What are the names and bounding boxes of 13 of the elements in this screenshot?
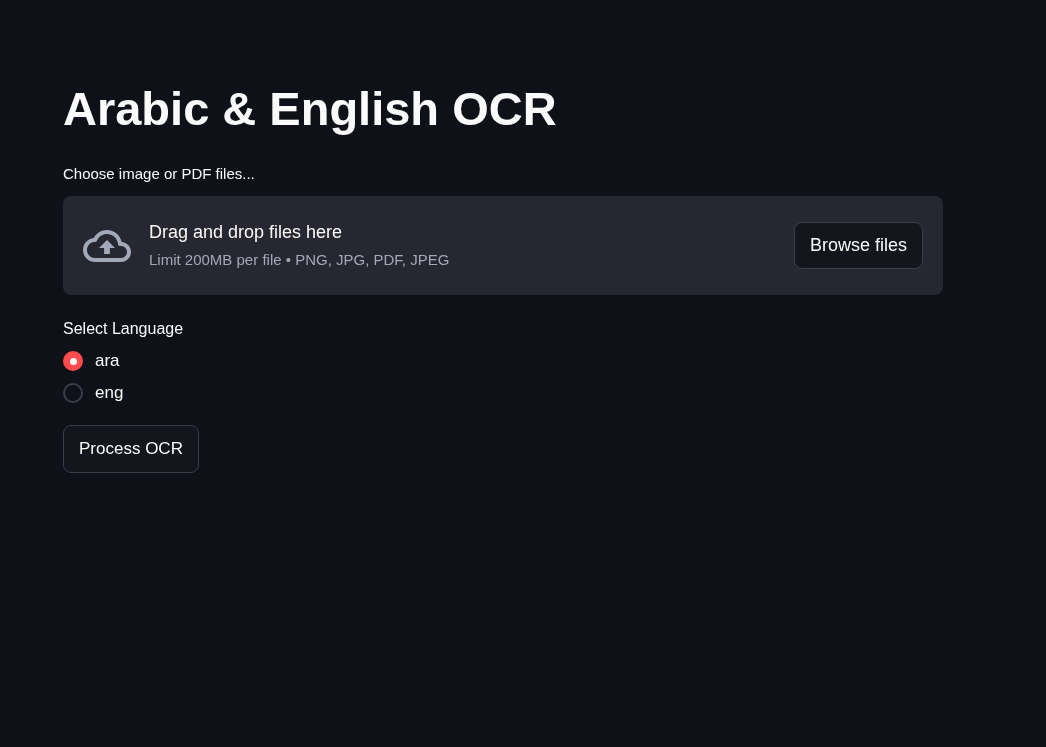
radio-button[interactable]	[63, 351, 83, 371]
uploader-label: Choose image or PDF files...	[63, 165, 255, 183]
process-ocr-button[interactable]: Process OCR	[63, 425, 199, 473]
page-title: Arabic & English OCR	[63, 81, 557, 137]
dropzone-instructions: Drag and drop files here	[149, 222, 343, 243]
cloud-upload-icon	[83, 229, 131, 262]
browse-files-button[interactable]: Browse files	[793, 222, 923, 269]
language-option[interactable]: ara	[63, 351, 120, 371]
file-limits-text: Limit 200MB per file • PNG, JPG, PDF, JPEG	[149, 251, 450, 269]
radio-button[interactable]	[63, 383, 83, 403]
file-dropzone[interactable]: Drag and drop files here Limit 200MB per file • PNG, JPG, PDF, JPEG Browse files	[63, 196, 943, 295]
language-option[interactable]: eng	[63, 383, 124, 403]
language-label: Select Language	[63, 320, 184, 338]
